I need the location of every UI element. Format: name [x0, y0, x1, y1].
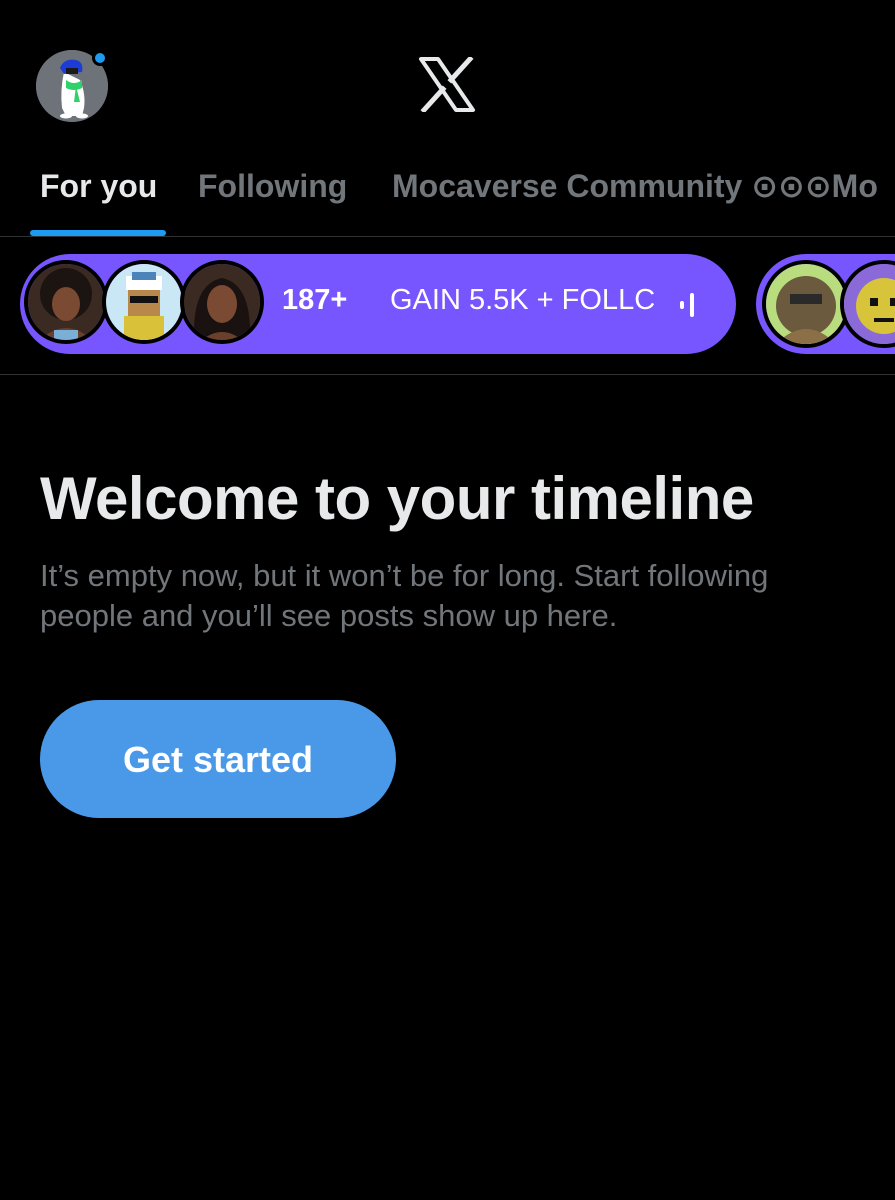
- space-listener-count: 187+: [282, 284, 348, 316]
- live-space-card-2[interactable]: [756, 254, 895, 354]
- empty-state-title: Welcome to your timeline: [40, 465, 754, 532]
- tab-mocaverse-community[interactable]: Mocaverse Community ⊙⊙⊙Mo: [392, 166, 878, 206]
- top-header: [0, 0, 895, 160]
- notification-dot: [92, 50, 108, 66]
- tabs-divider: [0, 236, 895, 237]
- space-speaker-avatar: [840, 260, 895, 348]
- space-host-avatar: [24, 260, 108, 344]
- space-title: GAIN 5.5K + FOLLC: [390, 284, 656, 316]
- spaces-divider: [0, 374, 895, 375]
- space-speaker-avatar: [102, 260, 186, 344]
- space-speaker-avatar: [180, 260, 264, 344]
- app-root: For you Following Mocaverse Community ⊙⊙…: [0, 0, 895, 1200]
- tab-for-you[interactable]: For you: [40, 166, 157, 206]
- tab-following[interactable]: Following: [198, 166, 347, 206]
- x-logo-icon[interactable]: [418, 57, 476, 112]
- get-started-button[interactable]: Get started: [40, 700, 396, 818]
- timeline-tabs: For you Following Mocaverse Community ⊙⊙…: [0, 160, 895, 236]
- space-host-avatar: [762, 260, 850, 348]
- audio-bars-icon: [680, 293, 694, 317]
- spaces-row: 187+ GAIN 5.5K + FOLLC: [0, 248, 895, 360]
- empty-state-description: It’s empty now, but it won’t be for long…: [40, 558, 769, 633]
- live-space-card[interactable]: 187+ GAIN 5.5K + FOLLC: [20, 254, 736, 354]
